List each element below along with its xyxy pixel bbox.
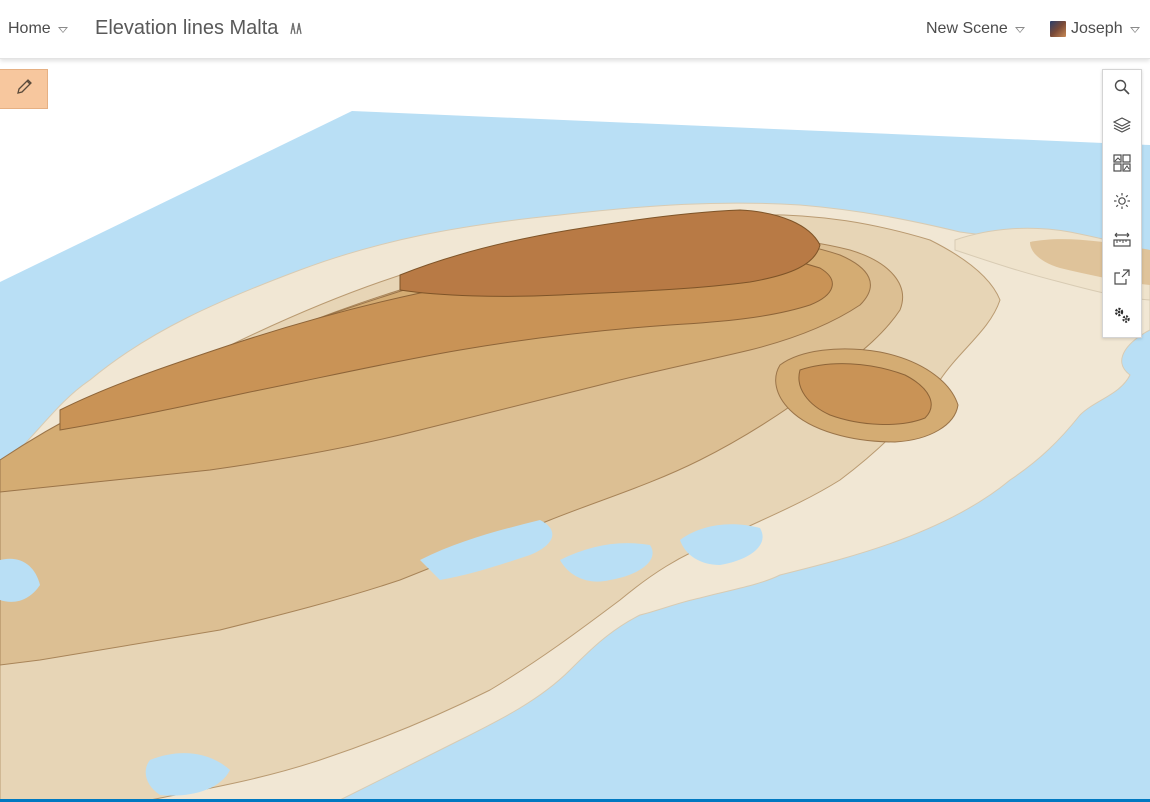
new-scene-menu[interactable]: New Scene — [926, 0, 1025, 58]
measure-icon — [1113, 230, 1131, 253]
search-button[interactable] — [1103, 70, 1141, 108]
daylight-icon — [1113, 192, 1131, 215]
pencil-icon — [14, 77, 34, 102]
scene-3d-icon[interactable] — [288, 20, 304, 36]
settings-icon — [1112, 305, 1132, 330]
settings-button[interactable] — [1103, 298, 1141, 336]
chevron-down-icon — [57, 27, 68, 33]
scene-title: Elevation lines Malta — [95, 0, 304, 56]
scene-view[interactable] — [0, 59, 1150, 802]
home-menu[interactable]: Home — [8, 0, 68, 58]
avatar — [1050, 21, 1066, 37]
layers-icon — [1112, 116, 1132, 139]
basemap-gallery-button[interactable] — [1103, 146, 1141, 184]
chevron-down-icon — [1014, 27, 1025, 33]
chevron-down-icon — [1129, 27, 1140, 33]
top-bar: Home Elevation lines Malta New Scene Jos… — [0, 0, 1150, 59]
new-scene-label: New Scene — [926, 20, 1008, 37]
share-button[interactable] — [1103, 260, 1141, 298]
map-toolbar — [1102, 69, 1142, 338]
share-icon — [1113, 268, 1131, 291]
edit-button[interactable] — [0, 69, 48, 109]
search-icon — [1113, 78, 1131, 101]
layers-button[interactable] — [1103, 108, 1141, 146]
basemap-gallery-icon — [1113, 153, 1131, 177]
home-label: Home — [8, 20, 51, 37]
terrain-map[interactable] — [0, 59, 1150, 802]
user-name: Joseph — [1071, 20, 1123, 37]
scene-title-text: Elevation lines Malta — [95, 16, 279, 39]
daylight-button[interactable] — [1103, 184, 1141, 222]
measure-button[interactable] — [1103, 222, 1141, 260]
user-menu[interactable]: Joseph — [1050, 0, 1140, 58]
